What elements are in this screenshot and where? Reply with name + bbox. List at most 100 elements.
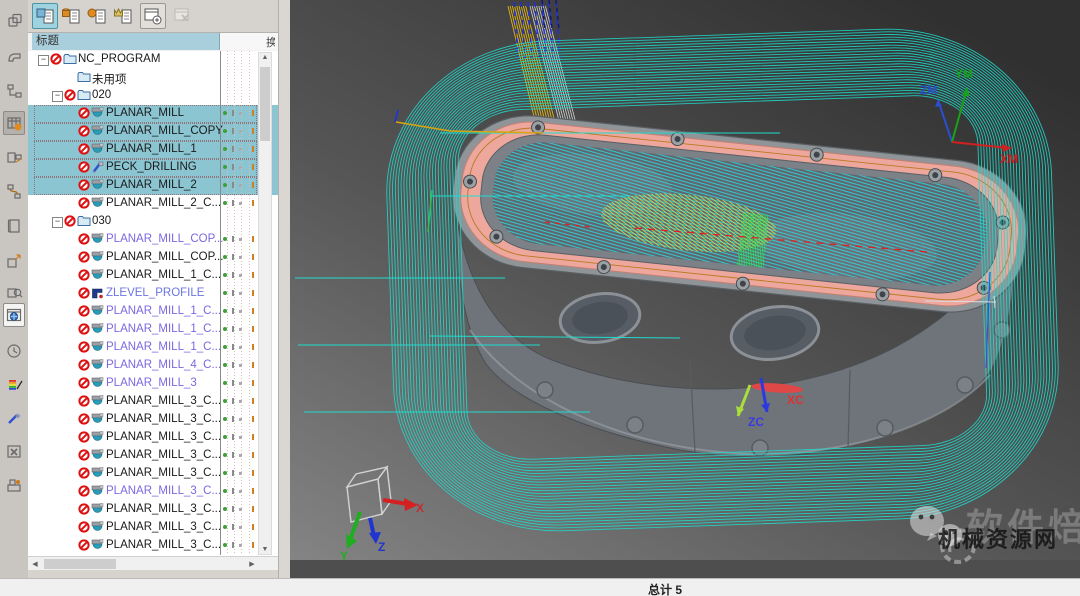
mill-icon [91, 449, 105, 463]
mill-icon [91, 233, 105, 247]
horizontal-scrollbar-thumb[interactable] [44, 559, 116, 569]
operation-label: PLANAR_MILL_1_C... [106, 323, 221, 335]
viewport-bottom-strip [290, 560, 1080, 578]
web-browser-icon[interactable] [3, 303, 25, 327]
machine-library-icon[interactable] [3, 473, 25, 497]
status-mark [252, 128, 254, 134]
operation-label: 未用项 [92, 71, 127, 87]
status-mark [252, 272, 254, 278]
operation-label: PLANAR_MILL_1_C... [106, 305, 221, 317]
panel-footer [28, 570, 278, 578]
mcs-x-label: XM [1000, 152, 1018, 166]
operation-label: PLANAR_MILL_3 [106, 377, 197, 389]
unregenerated-icon [64, 215, 78, 229]
mill-icon [91, 431, 105, 445]
folder-icon [77, 89, 91, 103]
unregenerated-icon [78, 161, 92, 175]
machine-tool-view-button[interactable] [58, 3, 84, 29]
expand-toggle[interactable]: − [52, 91, 63, 102]
program-order-view-button[interactable] [32, 3, 58, 29]
status-mark [252, 326, 254, 332]
feature-search-icon[interactable] [3, 280, 25, 304]
machining-method-view-button[interactable] [110, 3, 136, 29]
mill-icon [91, 179, 105, 193]
column-header-toolchange-clipped[interactable]: 换 [266, 34, 275, 50]
status-mark [252, 182, 254, 188]
visualization-palette-icon[interactable] [3, 373, 25, 397]
mill-icon [91, 377, 105, 391]
operation-label: PLANAR_MILL_COP... [106, 233, 223, 245]
operation-label: 020 [92, 89, 111, 101]
unregenerated-icon [78, 377, 92, 391]
status-mark [252, 470, 254, 476]
part-navigator-icon[interactable] [3, 79, 25, 103]
part-family-icon[interactable] [3, 249, 25, 273]
status-mark [252, 434, 254, 440]
unregenerated-icon [78, 413, 92, 427]
mill-icon [91, 143, 105, 157]
column-separator [227, 51, 228, 555]
unregenerated-icon [64, 89, 78, 103]
tree-header: 标题 换 [28, 33, 278, 52]
expand-toggle[interactable]: − [52, 217, 63, 228]
unregenerated-icon [78, 467, 92, 481]
close-find-window-button[interactable] [170, 3, 196, 29]
mill-icon [91, 395, 105, 409]
graphics-viewport[interactable]: ZM YM XM XC ZC X [290, 0, 1080, 578]
vertical-scrollbar[interactable]: ▲ ▼ [258, 52, 272, 555]
status-mark [252, 380, 254, 386]
mill-icon [91, 485, 105, 499]
operation-label: PLANAR_MILL_3_C... [106, 521, 221, 533]
constraint-navigator-icon[interactable] [3, 45, 25, 69]
cube-y-label: Y [340, 549, 348, 563]
resource-bar [0, 0, 29, 578]
unregenerated-icon [78, 395, 92, 409]
cube-z-label: Z [378, 540, 385, 554]
history-icon[interactable] [3, 339, 25, 363]
assembly-navigator-icon[interactable] [3, 8, 25, 32]
unregenerated-icon [78, 449, 92, 463]
expand-toggle[interactable]: − [38, 55, 49, 66]
status-mark [252, 398, 254, 404]
customize-tools-icon[interactable] [3, 439, 25, 463]
visualization-wand-icon[interactable] [3, 406, 25, 430]
notebook-icon[interactable] [3, 214, 25, 238]
vertical-scrollbar-thumb[interactable] [260, 67, 270, 141]
unregenerated-icon [50, 53, 64, 67]
column-header-title[interactable]: 标题 [32, 33, 220, 50]
geometry-view-button[interactable] [84, 3, 110, 29]
column-separator [249, 51, 250, 555]
folder-icon [77, 215, 91, 229]
status-bar: 总计 5 [0, 578, 1080, 596]
status-mark [252, 344, 254, 350]
find-window-button[interactable] [140, 3, 166, 29]
machine-tool-navigator-icon[interactable] [3, 145, 25, 169]
unregenerated-icon [78, 323, 92, 337]
operation-label: PLANAR_MILL_1_C... [106, 341, 221, 353]
status-mark [252, 290, 254, 296]
mill-icon [91, 467, 105, 481]
unregenerated-icon [78, 521, 92, 535]
operation-navigator-icon[interactable] [3, 111, 25, 135]
horizontal-scrollbar[interactable]: ◀ ▶ [28, 556, 278, 571]
selection-total: 总计 5 [648, 581, 682, 596]
mill-icon [91, 269, 105, 283]
status-mark [252, 506, 254, 512]
operation-label: PLANAR_MILL_2_C... [106, 197, 221, 209]
operation-label: PLANAR_MILL_COPY [106, 125, 223, 137]
operation-label: PLANAR_MILL_3_C... [106, 395, 221, 407]
unregenerated-icon [78, 431, 92, 445]
column-separator [241, 51, 242, 555]
unregenerated-icon [78, 197, 92, 211]
folder-icon [63, 53, 77, 67]
status-mark [252, 236, 254, 242]
operation-label: PLANAR_MILL_4_C... [106, 359, 221, 371]
mcs-z-label: ZM [920, 83, 937, 97]
column-separator [234, 51, 235, 555]
process-assistant-icon[interactable] [3, 179, 25, 203]
status-mark [252, 362, 254, 368]
status-mark [252, 146, 254, 152]
nx-cam-window: 标题 换 −NC_PROGRAM未用项−020PLANAR_MILLPLANAR… [0, 0, 1080, 596]
column-divider [220, 51, 221, 555]
operation-label: ZLEVEL_PROFILE [106, 287, 204, 299]
